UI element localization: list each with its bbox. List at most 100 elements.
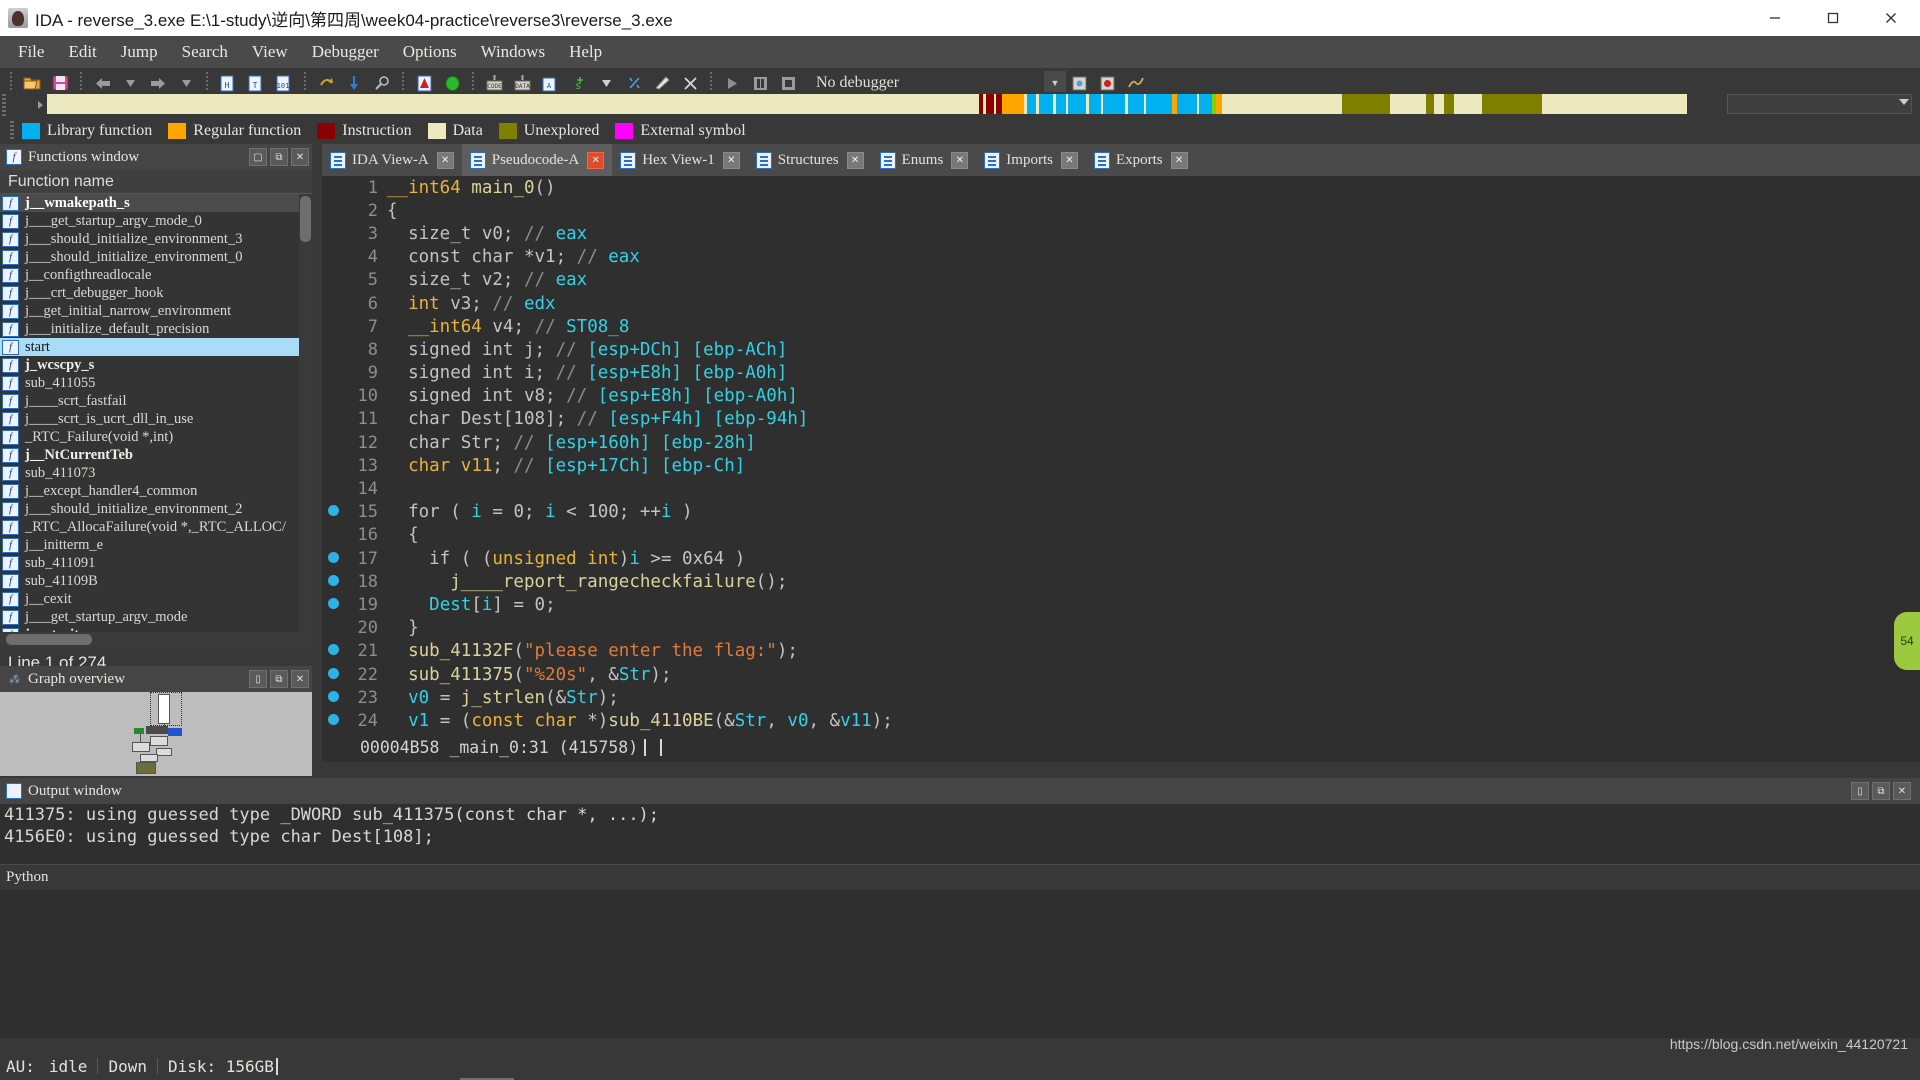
navigator-strip[interactable] [47, 94, 1687, 114]
python-prompt-bar[interactable]: Python [0, 864, 1920, 890]
back-dropdown-icon[interactable] [119, 72, 141, 94]
minimize-button[interactable] [1746, 0, 1804, 36]
tab-structures[interactable]: Structures ✕ [747, 144, 872, 176]
code-line[interactable]: 13 char v11; // [esp+17Ch] [ebp-Ch] [322, 454, 1920, 477]
tab-close-icon[interactable]: ✕ [951, 151, 969, 169]
save-icon[interactable] [49, 72, 71, 94]
scrollbar-thumb[interactable] [300, 196, 311, 242]
function-list-item[interactable]: f sub_411091 [0, 554, 312, 572]
code-line[interactable]: 22 sub_411375("%20s", &Str); [322, 663, 1920, 686]
tab-hex-view-1[interactable]: Hex View-1 ✕ [612, 144, 748, 176]
restore-button[interactable]: ▯ [1851, 782, 1869, 800]
pseudocode-code-area[interactable]: 1 __int64 main_0() 2{3 size_t v0; // eax 4 … [322, 176, 1920, 732]
tab-imports[interactable]: Imports ✕ [976, 144, 1086, 176]
navigator-band[interactable] [0, 92, 1920, 118]
tab-pseudocode-a[interactable]: Pseudocode-A ✕ [461, 144, 613, 176]
menu-windows[interactable]: Windows [469, 39, 557, 65]
restore-button[interactable]: ▢ [249, 148, 267, 166]
function-list-item[interactable]: f j____scrt_is_ucrt_dll_in_use [0, 410, 312, 428]
trace-icon[interactable] [1125, 72, 1147, 94]
string-dropdown-icon[interactable] [595, 72, 617, 94]
function-list-item[interactable]: f j___should_initialize_environment_2 [0, 500, 312, 518]
text-view-icon[interactable]: T [245, 72, 267, 94]
code-line[interactable]: 2{ [322, 199, 1920, 222]
code-line[interactable]: 17 if ( (unsigned int)i >= 0x64 ) [322, 547, 1920, 570]
code-line[interactable]: 11 char Dest[108]; // [esp+F4h] [ebp-94h… [322, 408, 1920, 431]
breakpoint-dot-icon[interactable] [327, 597, 339, 609]
maximize-button[interactable]: ⧉ [270, 148, 288, 166]
tab-close-icon[interactable]: ✕ [436, 151, 454, 169]
function-list-item[interactable]: f j__except_handler4_common [0, 482, 312, 500]
navigator-left-arrow-icon[interactable] [38, 101, 43, 109]
code-line[interactable]: 8 signed int j; // [esp+DCh] [ebp-ACh] [322, 338, 1920, 361]
close-button[interactable]: ✕ [291, 670, 309, 688]
edit-icon[interactable] [651, 72, 673, 94]
function-list-item[interactable]: f j___get_startup_argv_mode [0, 608, 312, 626]
function-list-item[interactable]: f j___get_startup_argv_mode_0 [0, 212, 312, 230]
chevron-down-icon[interactable] [1899, 99, 1909, 105]
breakpoint-dot-icon[interactable] [327, 713, 339, 725]
forward-arrow-icon[interactable] [147, 72, 169, 94]
code-line[interactable]: 21 sub_41132F("please enter the flag:"); [322, 640, 1920, 663]
tab-close-icon[interactable]: ✕ [722, 151, 740, 169]
code-line[interactable]: 24 v1 = (const char *)sub_4110BE(&Str, v… [322, 709, 1920, 732]
breakpoint-dot-icon[interactable] [327, 644, 339, 656]
tab-enums[interactable]: Enums ✕ [871, 144, 977, 176]
function-list-item[interactable]: f sub_41109B [0, 572, 312, 590]
close-button[interactable] [1862, 0, 1920, 36]
code-line[interactable]: 18 j____report_rangecheckfailure(); [322, 570, 1920, 593]
string-icon[interactable]: s [567, 72, 589, 94]
functions-horizontal-scrollbar[interactable] [0, 632, 312, 648]
code-line[interactable]: 14 [322, 477, 1920, 500]
code-icon[interactable]: CODE [483, 72, 505, 94]
function-list-item[interactable]: f j__get_initial_narrow_environment [0, 302, 312, 320]
breakpoint-icon[interactable] [322, 550, 344, 568]
breakpoint-dot-icon[interactable] [327, 551, 339, 563]
breakpoint-icon[interactable] [322, 642, 344, 660]
navigator-grip[interactable] [2, 94, 6, 116]
code-line[interactable]: 10 signed int v8; // [esp+E8h] [ebp-A0h] [322, 385, 1920, 408]
breakpoints-icon[interactable] [1097, 72, 1119, 94]
code-line[interactable]: 1 __int64 main_0() [322, 176, 1920, 199]
alert-icon[interactable] [413, 72, 435, 94]
tab-close-icon[interactable]: ✕ [846, 151, 864, 169]
function-list-item[interactable]: f sub_411073 [0, 464, 312, 482]
tab-close-icon[interactable]: ✕ [1170, 151, 1188, 169]
code-line[interactable]: 4 const char *v1; // eax [322, 246, 1920, 269]
code-line[interactable]: 3 size_t v0; // eax [322, 222, 1920, 245]
tab-close-icon[interactable]: ✕ [1060, 151, 1078, 169]
undefine-icon[interactable] [623, 72, 645, 94]
debug-opts-icon[interactable] [1069, 72, 1091, 94]
code-line[interactable]: 19 Dest[i] = 0; [322, 593, 1920, 616]
menu-view[interactable]: View [240, 39, 300, 65]
breakpoint-icon[interactable] [322, 573, 344, 591]
hex-view-icon[interactable]: H [217, 72, 239, 94]
menu-options[interactable]: Options [391, 39, 469, 65]
menu-search[interactable]: Search [170, 39, 240, 65]
function-list-item[interactable]: f j___crt_debugger_hook [0, 284, 312, 302]
menu-file[interactable]: File [6, 39, 56, 65]
code-line[interactable]: 15 for ( i = 0; i < 100; ++i ) [322, 501, 1920, 524]
menu-help[interactable]: Help [557, 39, 614, 65]
side-notification-pill[interactable]: 54 [1894, 612, 1920, 670]
navigator-address-box[interactable] [1727, 94, 1912, 114]
function-list-item[interactable]: f j___should_initialize_environment_0 [0, 248, 312, 266]
maximize-button[interactable]: ⧉ [1872, 782, 1890, 800]
breakpoint-icon[interactable] [322, 689, 344, 707]
functions-list[interactable]: f j__wmakepath_s f j___get_startup_argv_mod… [0, 194, 312, 632]
breakpoint-icon[interactable] [322, 503, 344, 521]
code-line[interactable]: 23 v0 = j_strlen(&Str); [322, 686, 1920, 709]
function-list-item[interactable]: f sub_411055 [0, 374, 312, 392]
function-list-item[interactable]: f j__NtCurrentTeb [0, 446, 312, 464]
legend-grip[interactable] [10, 121, 14, 141]
run-icon[interactable] [721, 72, 743, 94]
function-list-item[interactable]: f j____scrt_fastfail [0, 392, 312, 410]
function-list-item[interactable]: f j___initialize_default_precision [0, 320, 312, 338]
code-line[interactable]: 9 signed int i; // [esp+E8h] [ebp-A0h] [322, 362, 1920, 385]
search-icon[interactable] [371, 72, 393, 94]
output-log[interactable]: 411375: using guessed type _DWORD sub_41… [0, 804, 1920, 864]
functions-vertical-scrollbar[interactable] [299, 194, 312, 632]
close-button[interactable]: ✕ [291, 148, 309, 166]
function-list-item[interactable]: f j__initterm_e [0, 536, 312, 554]
code-line[interactable]: 5 size_t v2; // eax [322, 269, 1920, 292]
